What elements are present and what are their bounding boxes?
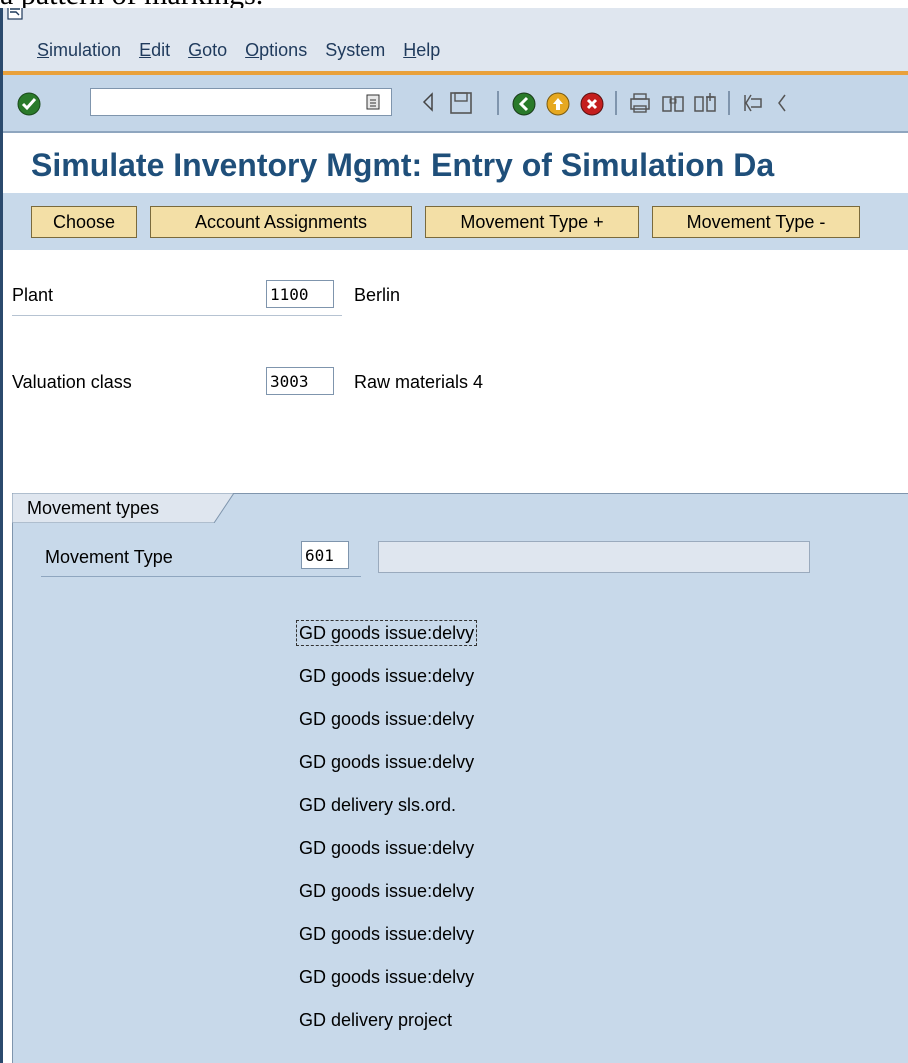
list-item[interactable]: GD delivery project <box>299 1004 474 1047</box>
list-item[interactable]: GD goods issue:delvy <box>299 961 474 1004</box>
exit-icon[interactable] <box>545 91 571 117</box>
list-item-text: GD goods issue:delvy <box>299 838 475 858</box>
menu-mnemonic: G <box>188 40 203 60</box>
list-item[interactable]: GD goods issue:delvy <box>299 832 474 875</box>
list-item-text: GD goods issue:delvy <box>299 967 475 987</box>
valuation-class-input[interactable]: 3003 <box>266 367 334 395</box>
first-page-icon[interactable] <box>741 91 767 115</box>
list-item[interactable]: GD goods issue:delvy <box>295 617 478 660</box>
list-item[interactable]: GD goods issue:delvy <box>299 660 474 703</box>
menu-bar: Simulation Edit Goto Options System Help <box>3 8 908 71</box>
menu-mnemonic: O <box>245 40 260 60</box>
menu-item-simulation[interactable]: Simulation <box>37 40 121 61</box>
list-item[interactable]: GD delivery sls.ord. <box>299 789 474 832</box>
toolbar-separator-3 <box>728 91 730 115</box>
menu-item-system[interactable]: System <box>325 40 385 61</box>
print-icon[interactable] <box>628 91 652 115</box>
menu-label-rest: dit <box>151 40 171 60</box>
movement-type-minus-button[interactable]: Movement Type - <box>652 206 860 238</box>
menu-item-options[interactable]: Options <box>245 40 307 61</box>
find-next-icon[interactable] <box>693 91 717 115</box>
plant-description: Berlin <box>354 285 401 305</box>
menu-items: Simulation Edit Goto Options System Help <box>37 40 440 61</box>
menu-mnemonic: S <box>37 40 50 60</box>
valuation-class-label: Valuation class <box>12 372 132 392</box>
dropdown-icon[interactable] <box>366 94 380 110</box>
movement-type-label: Movement Type <box>45 547 173 567</box>
menu-label-rest: imulation <box>49 40 122 60</box>
plant-label: Plant <box>12 285 54 305</box>
list-item-text: GD goods issue:delvy <box>299 666 475 686</box>
movement-type-description-field <box>378 541 810 573</box>
back-triangle-icon[interactable] <box>421 91 435 113</box>
previous-page-icon[interactable] <box>773 91 793 115</box>
application-toolbar: Choose Account Assignments Movement Type… <box>3 193 908 250</box>
list-item-text: GD goods issue:delvy <box>299 709 475 729</box>
list-item[interactable]: GD goods issue:delvy <box>299 703 474 746</box>
list-item[interactable]: GD goods issue:delvy <box>299 746 474 789</box>
menu-label-rest: ptions <box>259 40 308 60</box>
movement-type-row-divider <box>41 576 361 577</box>
enter-icon[interactable] <box>17 92 41 116</box>
system-toolbar <box>3 75 908 133</box>
menu-label-rest: elp <box>416 40 441 60</box>
list-item-text: GD delivery project <box>299 1010 453 1030</box>
command-field[interactable] <box>90 88 392 116</box>
find-icon[interactable] <box>661 91 685 115</box>
cancel-icon[interactable] <box>579 91 605 117</box>
list-item-text: GD goods issue:delvy <box>299 881 475 901</box>
movement-types-group: Movement types Movement Type 601 GD good… <box>12 493 908 1063</box>
list-item-text: GD goods issue:delvy <box>299 752 475 772</box>
plant-row-divider <box>12 315 342 316</box>
list-item-text: GD goods issue:delvy <box>299 924 475 944</box>
menu-item-goto[interactable]: Goto <box>188 40 227 61</box>
menu-mnemonic: H <box>403 40 417 60</box>
menu-item-edit[interactable]: Edit <box>139 40 170 61</box>
toolbar-separator <box>497 91 499 115</box>
menu-item-help[interactable]: Help <box>403 40 440 61</box>
group-title: Movement types <box>27 498 160 518</box>
movement-type-plus-button[interactable]: Movement Type + <box>425 206 639 238</box>
list-item[interactable]: GD goods issue:delvy <box>299 918 474 961</box>
movement-type-input[interactable]: 601 <box>301 541 349 569</box>
sap-window: Simulation Edit Goto Options System Help <box>0 8 908 1063</box>
valuation-class-description: Raw materials 4 <box>354 372 484 392</box>
back-icon[interactable] <box>511 91 537 117</box>
page-title: Simulate Inventory Mgmt: Entry of Simula… <box>31 147 775 183</box>
menu-mnemonic: E <box>139 40 152 60</box>
system-menu-icon[interactable] <box>7 8 23 20</box>
list-item-text: GD goods issue:delvy <box>295 620 478 646</box>
movement-type-list: GD goods issue:delvy GD goods issue:delvy… <box>295 617 478 1047</box>
list-item-text: GD delivery sls.ord. <box>299 795 457 815</box>
plant-input[interactable]: 1100 <box>266 280 334 308</box>
list-item[interactable]: GD goods issue:delvy <box>299 875 474 918</box>
title-bar: Simulate Inventory Mgmt: Entry of Simula… <box>3 133 908 191</box>
menu-label-rest: oto <box>202 40 228 60</box>
toolbar-separator-2 <box>615 91 617 115</box>
choose-button[interactable]: Choose <box>31 206 137 238</box>
account-assignments-button[interactable]: Account Assignments <box>150 206 412 238</box>
save-icon[interactable] <box>449 91 473 115</box>
menu-label: System <box>325 40 386 60</box>
